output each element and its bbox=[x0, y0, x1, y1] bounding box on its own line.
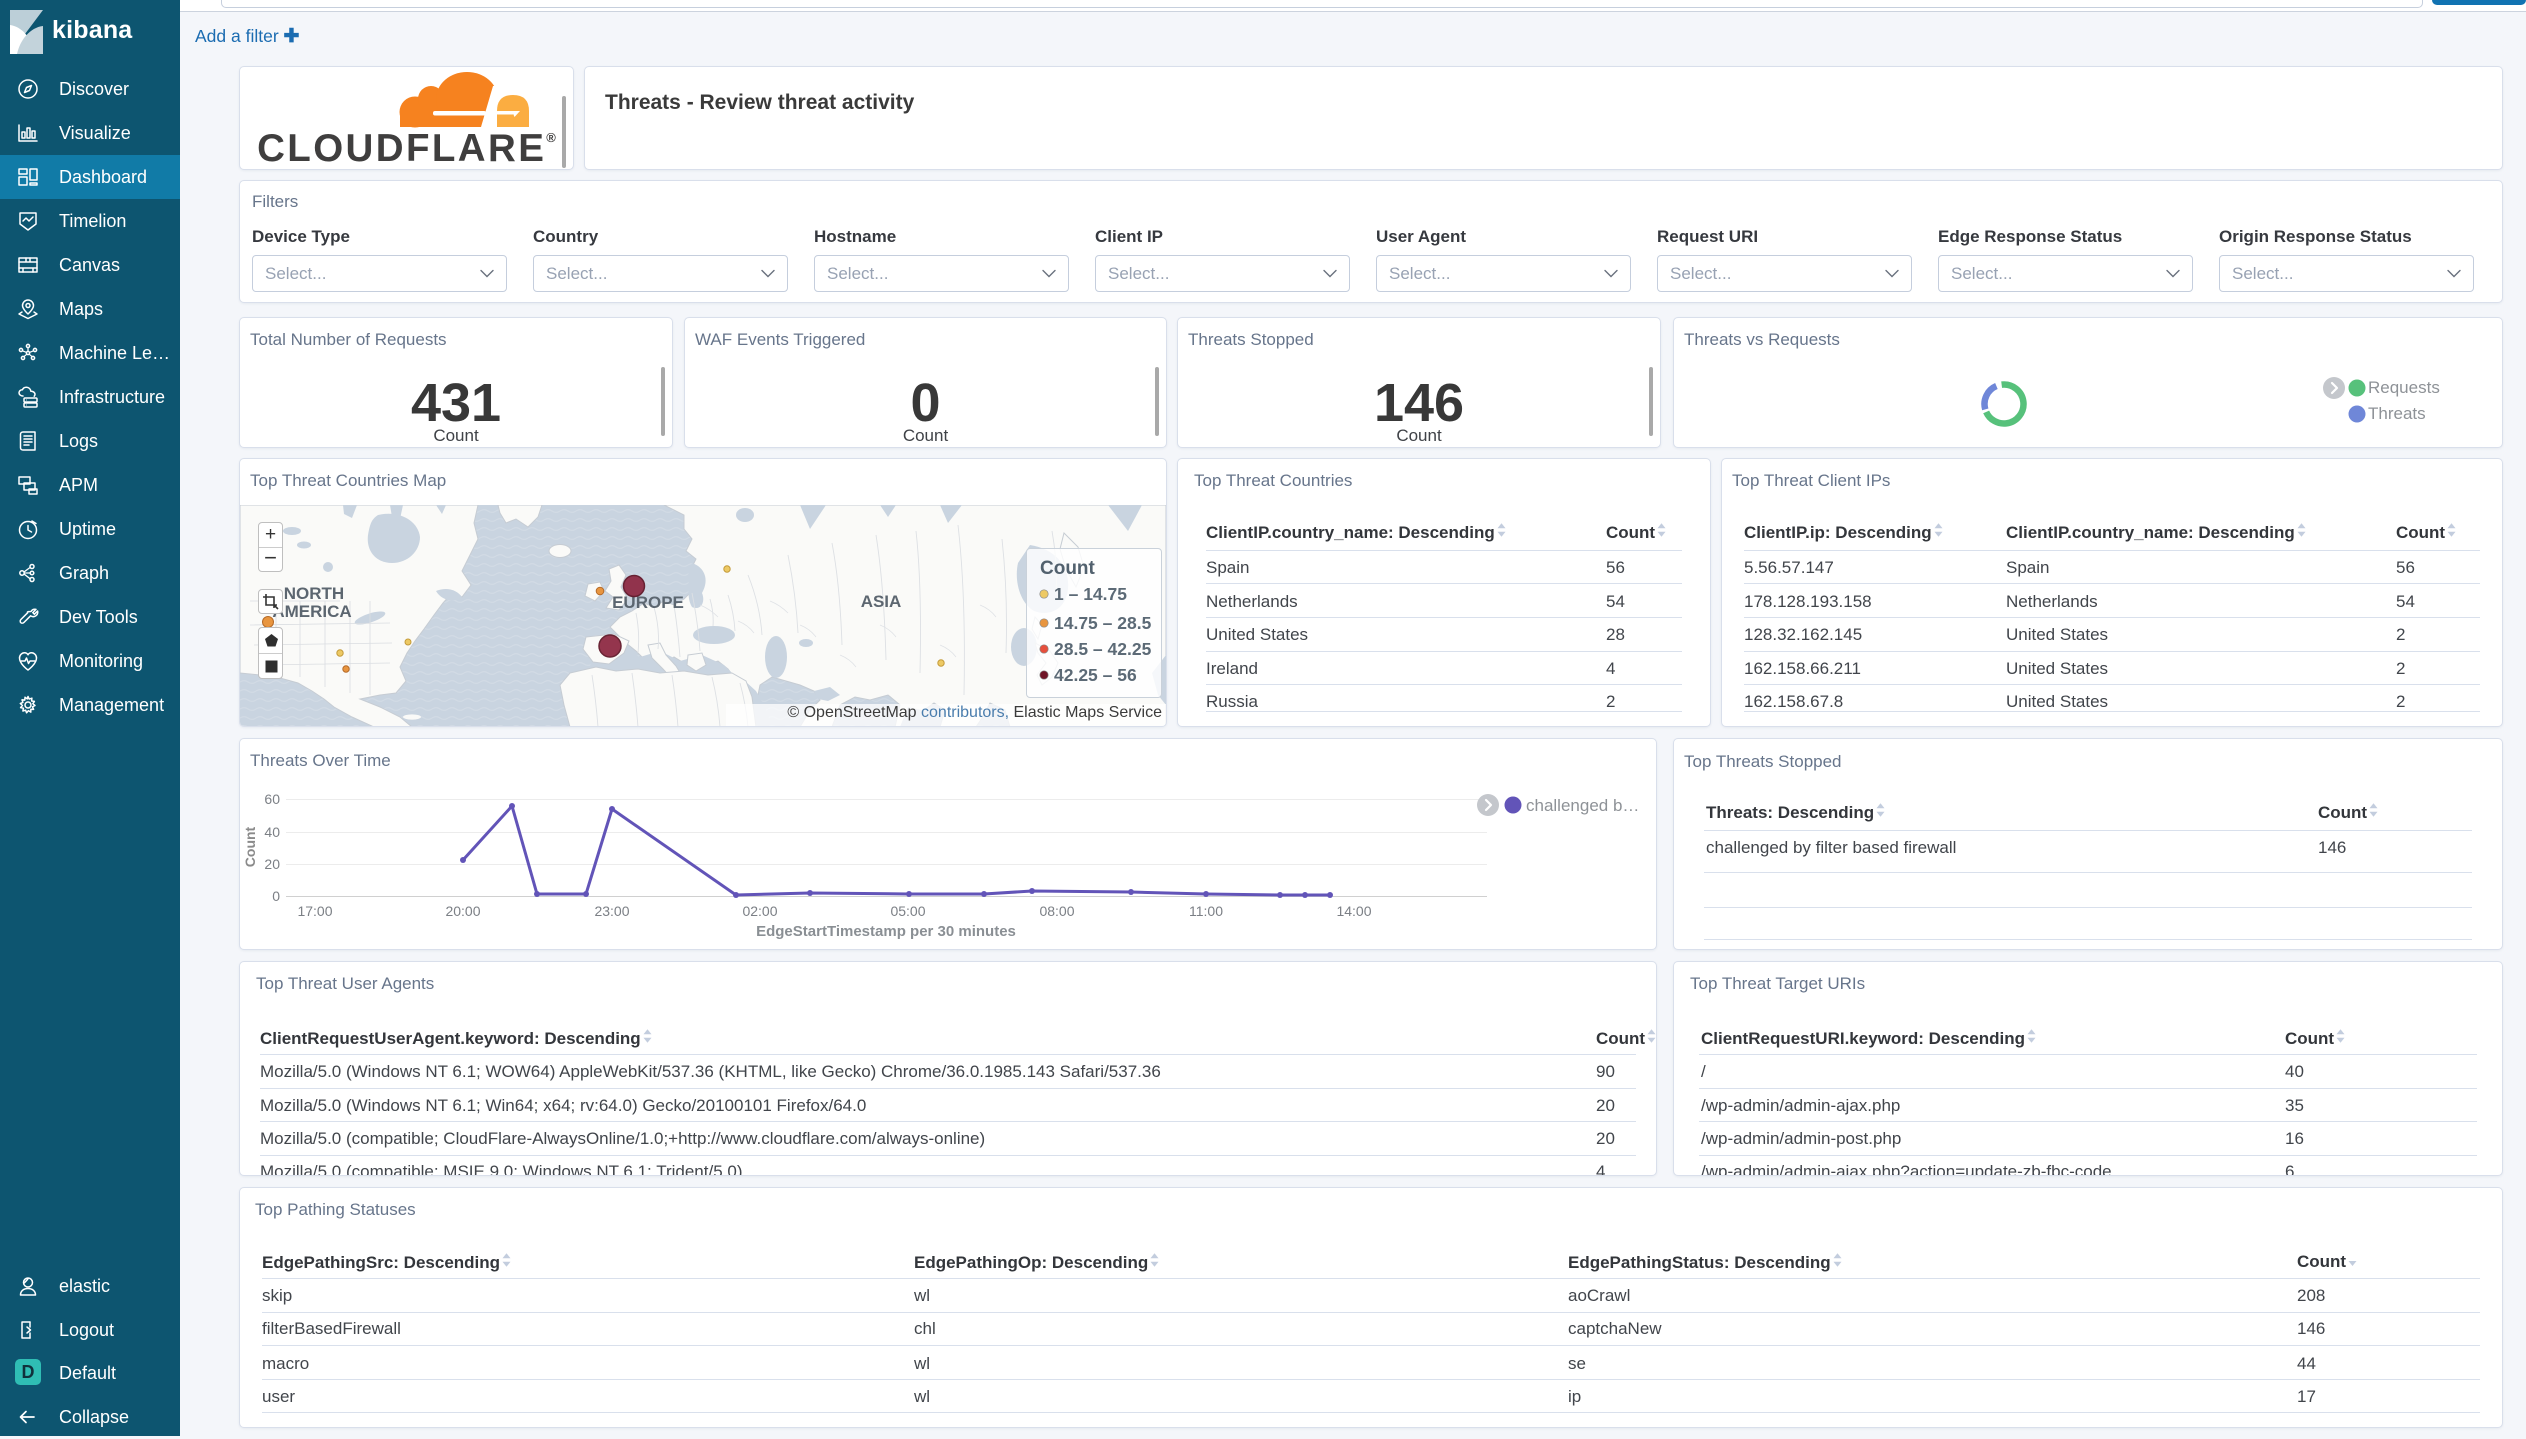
svg-text:ASIA: ASIA bbox=[861, 592, 902, 611]
svg-text:NORTH: NORTH bbox=[284, 584, 344, 603]
svg-text:AMERICA: AMERICA bbox=[272, 602, 351, 621]
svg-text:EUROPE: EUROPE bbox=[612, 593, 684, 612]
